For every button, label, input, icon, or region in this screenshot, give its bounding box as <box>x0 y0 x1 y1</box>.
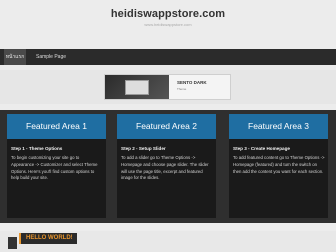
post-preview: HELLO WORLD! <box>0 231 336 252</box>
post-title[interactable]: HELLO WORLD! <box>26 233 73 244</box>
nav-item-sample-page[interactable]: Sample Page <box>36 49 66 65</box>
hero-subtitle: Theme <box>177 87 187 91</box>
site-title[interactable]: heidiswappstore.com <box>0 8 336 20</box>
featured-area-step: Step 3 - Create Homepage <box>233 146 290 151</box>
nav-item-home[interactable]: หน้าแรก <box>4 49 26 65</box>
site-header: heidiswappstore.com www.heidiswappstore.… <box>0 0 336 40</box>
featured-area-2: Featured Area 2 Step 2 - Setup Slider To… <box>117 114 216 218</box>
hero-title: SENTO DARK <box>177 80 207 85</box>
featured-area-heading: Featured Area 1 <box>7 114 106 139</box>
featured-areas: Featured Area 1 Step 1 - Theme Options T… <box>0 110 336 223</box>
site-tagline-url: www.heidiswappstore.com <box>144 22 192 27</box>
post-thumbnail[interactable] <box>8 237 17 249</box>
featured-area-heading: Featured Area 3 <box>229 114 328 139</box>
hero-text-panel: SENTO DARK Theme <box>169 75 230 99</box>
hero-banner: SENTO DARK Theme <box>0 70 336 104</box>
featured-area-heading: Featured Area 2 <box>117 114 216 139</box>
device-mockup-icon <box>125 80 149 95</box>
featured-area-text: To add a slider go to Theme Options -> H… <box>121 155 209 181</box>
hero-image <box>105 75 169 99</box>
featured-area-3: Featured Area 3 Step 3 - Create Homepage… <box>229 114 328 218</box>
post-title-bar: HELLO WORLD! <box>19 233 77 244</box>
featured-area-1: Featured Area 1 Step 1 - Theme Options T… <box>7 114 106 218</box>
hero-slide[interactable]: SENTO DARK Theme <box>104 74 231 100</box>
featured-area-text: To begin customizing your site go to App… <box>11 155 98 181</box>
page: heidiswappstore.com www.heidiswappstore.… <box>0 0 336 252</box>
featured-area-step: Step 1 - Theme Options <box>11 146 63 151</box>
main-navigation: หน้าแรก Sample Page <box>0 49 336 65</box>
featured-area-text: To add featured content go to Theme Opti… <box>233 155 325 174</box>
featured-area-step: Step 2 - Setup Slider <box>121 146 166 151</box>
